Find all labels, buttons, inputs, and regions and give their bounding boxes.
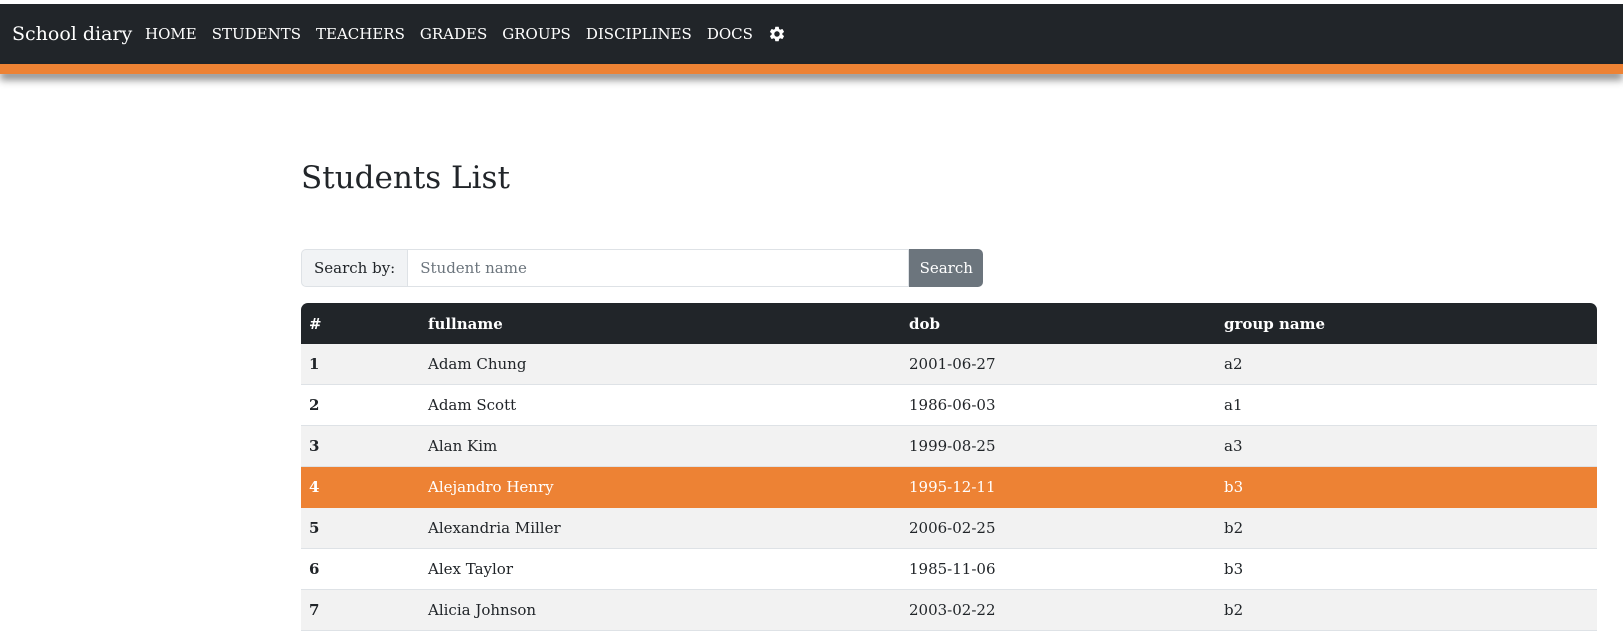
brand-link[interactable]: School diary — [12, 23, 132, 45]
row-index: 7 — [301, 589, 420, 631]
search-input[interactable] — [407, 249, 910, 287]
row-group: b2 — [1216, 589, 1597, 631]
row-dob: 1985-11-06 — [901, 548, 1216, 590]
table-row[interactable]: 7 Alicia Johnson 2003-02-22 b2 — [301, 589, 1597, 631]
row-fullname: Adam Scott — [420, 384, 901, 426]
nav-teachers[interactable]: TEACHERS — [316, 25, 405, 43]
row-fullname: Adam Chung — [420, 344, 901, 385]
nav-home[interactable]: HOME — [145, 25, 197, 43]
row-fullname: Alexandria Miller — [420, 507, 901, 549]
page-title: Students List — [301, 160, 510, 196]
row-dob: 2006-02-25 — [901, 507, 1216, 549]
row-index: 5 — [301, 507, 420, 549]
nav-grades[interactable]: GRADES — [420, 25, 487, 43]
row-fullname: Alicia Johnson — [420, 589, 901, 631]
nav-students[interactable]: STUDENTS — [212, 25, 301, 43]
header-dob[interactable]: dob — [901, 303, 1216, 344]
search-group: Search by: Search — [301, 249, 984, 287]
row-dob: 2003-02-22 — [901, 589, 1216, 631]
row-dob: 2001-06-27 — [901, 344, 1216, 385]
row-dob: 1999-08-25 — [901, 425, 1216, 467]
search-label: Search by: — [301, 249, 408, 287]
table-row[interactable]: 5 Alexandria Miller 2006-02-25 b2 — [301, 507, 1597, 549]
row-fullname: Alan Kim — [420, 425, 901, 467]
table-row[interactable]: 1 Adam Chung 2001-06-27 a2 — [301, 344, 1597, 385]
nav-docs[interactable]: DOCS — [707, 25, 753, 43]
row-fullname: Alejandro Henry — [420, 466, 901, 508]
row-group: b2 — [1216, 507, 1597, 549]
row-dob: 1995-12-11 — [901, 466, 1216, 508]
nav-disciplines[interactable]: DISCIPLINES — [586, 25, 692, 43]
nav-groups[interactable]: GROUPS — [502, 25, 571, 43]
top-navbar: School diary HOME STUDENTS TEACHERS GRAD… — [0, 4, 1623, 64]
row-index: 2 — [301, 384, 420, 426]
main-nav: HOME STUDENTS TEACHERS GRADES GROUPS DIS… — [145, 25, 786, 43]
row-group: b3 — [1216, 466, 1597, 508]
table-row-selected[interactable]: 4 Alejandro Henry 1995-12-11 b3 — [301, 466, 1597, 508]
header-fullname[interactable]: fullname — [420, 303, 901, 344]
search-button[interactable]: Search — [909, 249, 984, 287]
row-index: 4 — [301, 466, 420, 508]
students-table: # fullname dob group name 1 Adam Chung 2… — [301, 303, 1597, 631]
gear-icon[interactable] — [768, 25, 786, 43]
row-index: 6 — [301, 548, 420, 590]
table-row[interactable]: 2 Adam Scott 1986-06-03 a1 — [301, 384, 1597, 426]
header-index[interactable]: # — [301, 303, 420, 344]
row-fullname: Alex Taylor — [420, 548, 901, 590]
row-group: a3 — [1216, 425, 1597, 467]
table-header-row: # fullname dob group name — [301, 303, 1597, 344]
row-dob: 1986-06-03 — [901, 384, 1216, 426]
header-group-name[interactable]: group name — [1216, 303, 1597, 344]
table-row[interactable]: 6 Alex Taylor 1985-11-06 b3 — [301, 548, 1597, 590]
row-group: a2 — [1216, 344, 1597, 385]
row-index: 1 — [301, 344, 420, 385]
header-accent-bar — [0, 64, 1623, 74]
table-row[interactable]: 3 Alan Kim 1999-08-25 a3 — [301, 425, 1597, 467]
row-group: a1 — [1216, 384, 1597, 426]
row-index: 3 — [301, 425, 420, 467]
row-group: b3 — [1216, 548, 1597, 590]
